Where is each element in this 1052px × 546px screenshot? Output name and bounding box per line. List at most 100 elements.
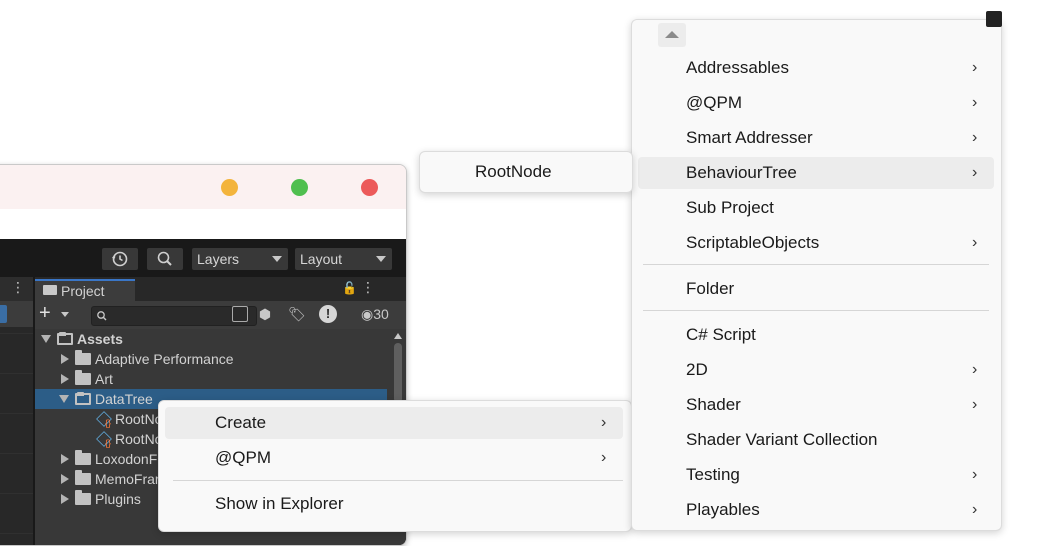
menu-item-label: @QPM <box>215 448 271 467</box>
script-badge-icon: {} <box>105 418 112 428</box>
search-window-icon[interactable] <box>232 306 248 322</box>
folder-tree-item[interactable]: Adaptive Performance <box>35 349 387 369</box>
expand-arrow-down-icon[interactable] <box>59 395 69 403</box>
open-folder-icon <box>75 392 91 405</box>
menu-item-rootnode[interactable]: RootNode <box>426 156 624 188</box>
minimize-button[interactable] <box>221 179 238 196</box>
menu-item-label: Testing <box>686 465 740 484</box>
eye-icon: ◉ <box>361 306 374 322</box>
tree-item-label: DataTree <box>95 391 153 407</box>
menu-item-2d[interactable]: 2D › <box>638 354 994 386</box>
menu-item-c-script[interactable]: C# Script <box>638 319 994 351</box>
folder-tree-item[interactable]: Assets <box>35 329 387 349</box>
kebab-menu-icon[interactable]: ⋮ <box>11 279 25 296</box>
menu-item-label: RootNode <box>475 162 552 181</box>
menu-item-label: Show in Explorer <box>215 494 344 513</box>
menu-item-shader-variant-collection[interactable]: Shader Variant Collection <box>638 424 994 456</box>
tree-item-label: Adaptive Performance <box>95 351 234 367</box>
menu-item-scriptableobjects[interactable]: ScriptableObjects › <box>638 227 994 259</box>
lock-icon[interactable]: 🔓 <box>342 281 357 295</box>
expand-arrow-down-icon[interactable] <box>41 335 51 343</box>
tree-item-label: MemoFrar <box>95 471 160 487</box>
scroll-thumb[interactable] <box>394 343 402 403</box>
undo-history-button[interactable] <box>102 248 138 270</box>
menu-item-playables[interactable]: Playables › <box>638 494 994 526</box>
chevron-right-icon: › <box>972 361 978 378</box>
warning-icon[interactable]: ! <box>319 305 337 323</box>
tree-item-label: Assets <box>77 331 123 347</box>
layers-dropdown-label: Layers <box>197 251 240 267</box>
chevron-down-icon <box>272 256 282 262</box>
expand-arrow-right-icon[interactable] <box>61 374 69 384</box>
menu-item-qpm[interactable]: @QPM › <box>165 442 623 474</box>
hierarchy-tool-chip[interactable] <box>0 305 7 323</box>
chevron-down-icon[interactable] <box>61 312 69 317</box>
script-badge-icon: {} <box>105 438 112 448</box>
project-toolbar: + ⬢ 🏷 ! ◉30 <box>35 301 406 329</box>
menu-separator <box>173 480 623 481</box>
menu-item-label: Addressables <box>686 58 790 77</box>
layout-dropdown[interactable]: Layout <box>295 248 392 270</box>
menu-item-label: 2D <box>686 360 708 379</box>
editor-toolbar: Layers Layout <box>0 239 406 277</box>
tree-item-label: Art <box>95 371 113 387</box>
kebab-menu-icon[interactable]: ⋮ <box>361 279 375 296</box>
menu-item-label: @QPM <box>686 93 742 112</box>
create-plus-button[interactable]: + <box>39 303 51 323</box>
filter-by-type-icon[interactable]: ⬢ <box>257 306 273 322</box>
folder-icon <box>75 490 91 505</box>
search-button[interactable] <box>147 248 183 270</box>
scroll-up-icon[interactable] <box>658 23 686 47</box>
filter-by-label-icon[interactable]: 🏷 <box>288 306 306 322</box>
folder-icon <box>75 450 91 465</box>
menu-item-label: Create <box>215 413 267 432</box>
menu-item-smart-addresser[interactable]: Smart Addresser › <box>638 122 994 154</box>
tree-item-label: Plugins <box>95 491 141 507</box>
create-submenu: Addressables › @QPM › Smart Addresser › Behavi… <box>631 19 1002 531</box>
search-icon <box>97 311 107 321</box>
menu-item-folder[interactable]: Folder <box>638 273 994 305</box>
menu-item-shader[interactable]: Shader › <box>638 389 994 421</box>
project-tab[interactable]: Project <box>35 279 135 301</box>
hierarchy-tab[interactable]: ⋮ <box>0 277 33 301</box>
menu-item-label: C# Script <box>686 325 756 344</box>
menu-item-show-in-explorer[interactable]: Show in Explorer <box>165 488 623 520</box>
menu-item-label: Smart Addresser <box>686 128 813 147</box>
menu-item-addressables[interactable]: Addressables › <box>638 52 994 84</box>
chevron-right-icon: › <box>972 59 978 76</box>
menu-separator <box>643 310 989 311</box>
folder-tree-item[interactable]: Art <box>35 369 387 389</box>
menu-item-qpm[interactable]: @QPM › <box>638 87 994 119</box>
chevron-right-icon: › <box>601 449 607 466</box>
menu-item-label: ScriptableObjects <box>686 233 820 252</box>
close-button[interactable] <box>361 179 378 196</box>
hierarchy-panel-partial: ⋮ <box>0 277 33 545</box>
window-titlebar <box>0 165 406 209</box>
expand-arrow-right-icon[interactable] <box>61 454 69 464</box>
hidden-count-value: 30 <box>373 306 389 322</box>
menu-item-testing[interactable]: Testing › <box>638 459 994 491</box>
menu-item-behaviourtree[interactable]: BehaviourTree › <box>638 157 994 189</box>
hierarchy-body <box>0 333 33 545</box>
project-tab-label: Project <box>61 283 105 299</box>
chevron-down-icon <box>376 256 386 262</box>
desktop-app-icon[interactable] <box>986 11 1002 27</box>
maximize-button[interactable] <box>291 179 308 196</box>
menu-item-label: BehaviourTree <box>686 163 797 182</box>
expand-arrow-right-icon[interactable] <box>61 474 69 484</box>
layers-dropdown[interactable]: Layers <box>192 248 288 270</box>
folder-icon <box>75 470 91 485</box>
scroll-up-arrow-icon[interactable] <box>394 333 402 339</box>
folder-icon <box>75 370 91 385</box>
chevron-right-icon: › <box>972 396 978 413</box>
hidden-packages-count[interactable]: ◉30 <box>361 306 389 323</box>
expand-arrow-right-icon[interactable] <box>61 494 69 504</box>
chevron-right-icon: › <box>601 414 607 431</box>
chevron-right-icon: › <box>972 234 978 251</box>
project-tabbar: Project 🔓 ⋮ <box>35 277 406 301</box>
tree-item-label: LoxodonF <box>95 451 158 467</box>
menu-item-sub-project[interactable]: Sub Project <box>638 192 994 224</box>
asset-context-menu: Create › @QPM › Show in Explorer <box>158 400 632 532</box>
expand-arrow-right-icon[interactable] <box>61 354 69 364</box>
menu-item-create[interactable]: Create › <box>165 407 623 439</box>
